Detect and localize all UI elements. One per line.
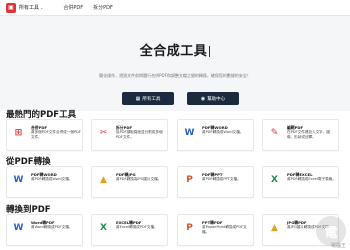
- nav-merge-pdf[interactable]: 合併PDF: [63, 4, 83, 11]
- tool-card-pdf-to-ppt[interactable]: P PDF轉PPT 將PDF轉換成PPT文檔。: [177, 166, 254, 198]
- hero-description: 簡化操作，透過文件前問題行合併PDF和調整文檔之間的轉換，確保您的數據的安全！: [99, 73, 251, 78]
- hero-banner: 全合成工具 簡化操作，透過文件前問題行合併PDF和調整文檔之間的轉換，確保您的數…: [0, 16, 350, 111]
- tool-card-pdf-to-jpg[interactable]: ▲ PDF轉JPG 將PDF轉換為JPG圖片文檔。: [91, 166, 168, 198]
- grid-icon: ▦: [135, 95, 141, 102]
- card-description: 將PDF轉換成Word文檔。: [31, 177, 73, 181]
- tool-card-pdf-to-word[interactable]: W PDF轉WORD 將PDF轉換成Word文檔。: [177, 119, 254, 151]
- all-tools-label: 所有工具: [142, 96, 161, 102]
- image-icon: ▲: [100, 175, 107, 185]
- scissors-icon: ✂: [99, 128, 108, 138]
- card-description: 將PDF轉換為JPG圖片文檔。: [116, 177, 162, 181]
- card-description: 在PDF文件裡加入文字、圖像、形狀或註釋。: [287, 130, 330, 139]
- card-description: 將Word轉換成PDF文檔。: [31, 225, 73, 229]
- card-description: 將PDF轉換成Excel電子表格。: [287, 177, 336, 181]
- card-description: 將Excel轉換成PDF文檔。: [116, 225, 158, 229]
- ppt-icon: P: [186, 175, 193, 185]
- card-description: 將PDF轉換成PPT文檔。: [202, 177, 241, 181]
- tool-card-excel-to-pdf[interactable]: X EXCEL轉PDF 將Excel轉換成PDF文檔。: [91, 214, 168, 246]
- tool-card-merge-pdf[interactable]: ⊞ 合併PDF 將多個PDF文件合併成一個PDF文件。: [6, 119, 83, 151]
- tool-card-edit-pdf[interactable]: ✎ 編輯PDF 在PDF文件裡加入文字、圖像、形狀或註釋。: [262, 119, 339, 151]
- watermark-text: 電腦王: [330, 243, 346, 249]
- merge-icon: ⊞: [14, 128, 23, 138]
- word-icon: W: [13, 223, 24, 233]
- help-icon: ◉: [200, 95, 206, 102]
- page-title: 全合成工具: [0, 40, 350, 59]
- chevron-down-icon: ⌄: [40, 5, 44, 10]
- pdf-logo-icon: ▣: [6, 2, 16, 13]
- card-description: 從PDF擷取頁面並分割成多個PDF文件。: [116, 130, 163, 139]
- excel-icon: X: [271, 175, 278, 185]
- text-cursor: [209, 46, 211, 57]
- ppt-icon: P: [186, 223, 193, 233]
- help-center-label: 幫助中心: [207, 96, 226, 102]
- image-icon: ▲: [271, 223, 278, 233]
- tool-card-pdf-to-word-2[interactable]: W PDF轉WORD 將PDF轉換成Word文檔。: [6, 166, 83, 198]
- brand-menu[interactable]: ▣ 所有工具 ⌄: [6, 2, 44, 13]
- help-center-button[interactable]: ◉ 幫助中心: [187, 92, 239, 105]
- tool-card-split-pdf[interactable]: ✂ 拆分PDF 從PDF擷取頁面並分割成多個PDF文件。: [91, 119, 168, 151]
- tool-card-ppt-to-pdf[interactable]: P PPT轉PDF 將PowerPoint轉換成PDF文檔。: [177, 214, 254, 246]
- brand-label: 所有工具: [19, 5, 40, 11]
- tool-card-word-to-pdf[interactable]: W Word轉PDF 將Word轉換成PDF文檔。: [6, 214, 83, 246]
- card-description: 將PDF轉換成Word文檔。: [202, 130, 244, 134]
- tool-card-pdf-to-excel[interactable]: X PDF轉EXCEL 將PDF轉換成Excel電子表格。: [262, 166, 339, 198]
- excel-icon: X: [100, 223, 107, 233]
- nav-split-pdf[interactable]: 拆分PDF: [93, 4, 113, 11]
- all-tools-button[interactable]: ▦ 所有工具: [122, 92, 174, 105]
- card-description: 將PowerPoint轉換成PDF文檔。: [202, 225, 247, 234]
- word-icon: W: [13, 175, 24, 185]
- edit-icon: ✎: [270, 128, 279, 138]
- word-icon: W: [184, 128, 195, 138]
- card-description: 將多個PDF文件合併成一個PDF文件。: [31, 130, 81, 139]
- top-navbar: ▣ 所有工具 ⌄ 合併PDF 拆分PDF: [0, 0, 350, 16]
